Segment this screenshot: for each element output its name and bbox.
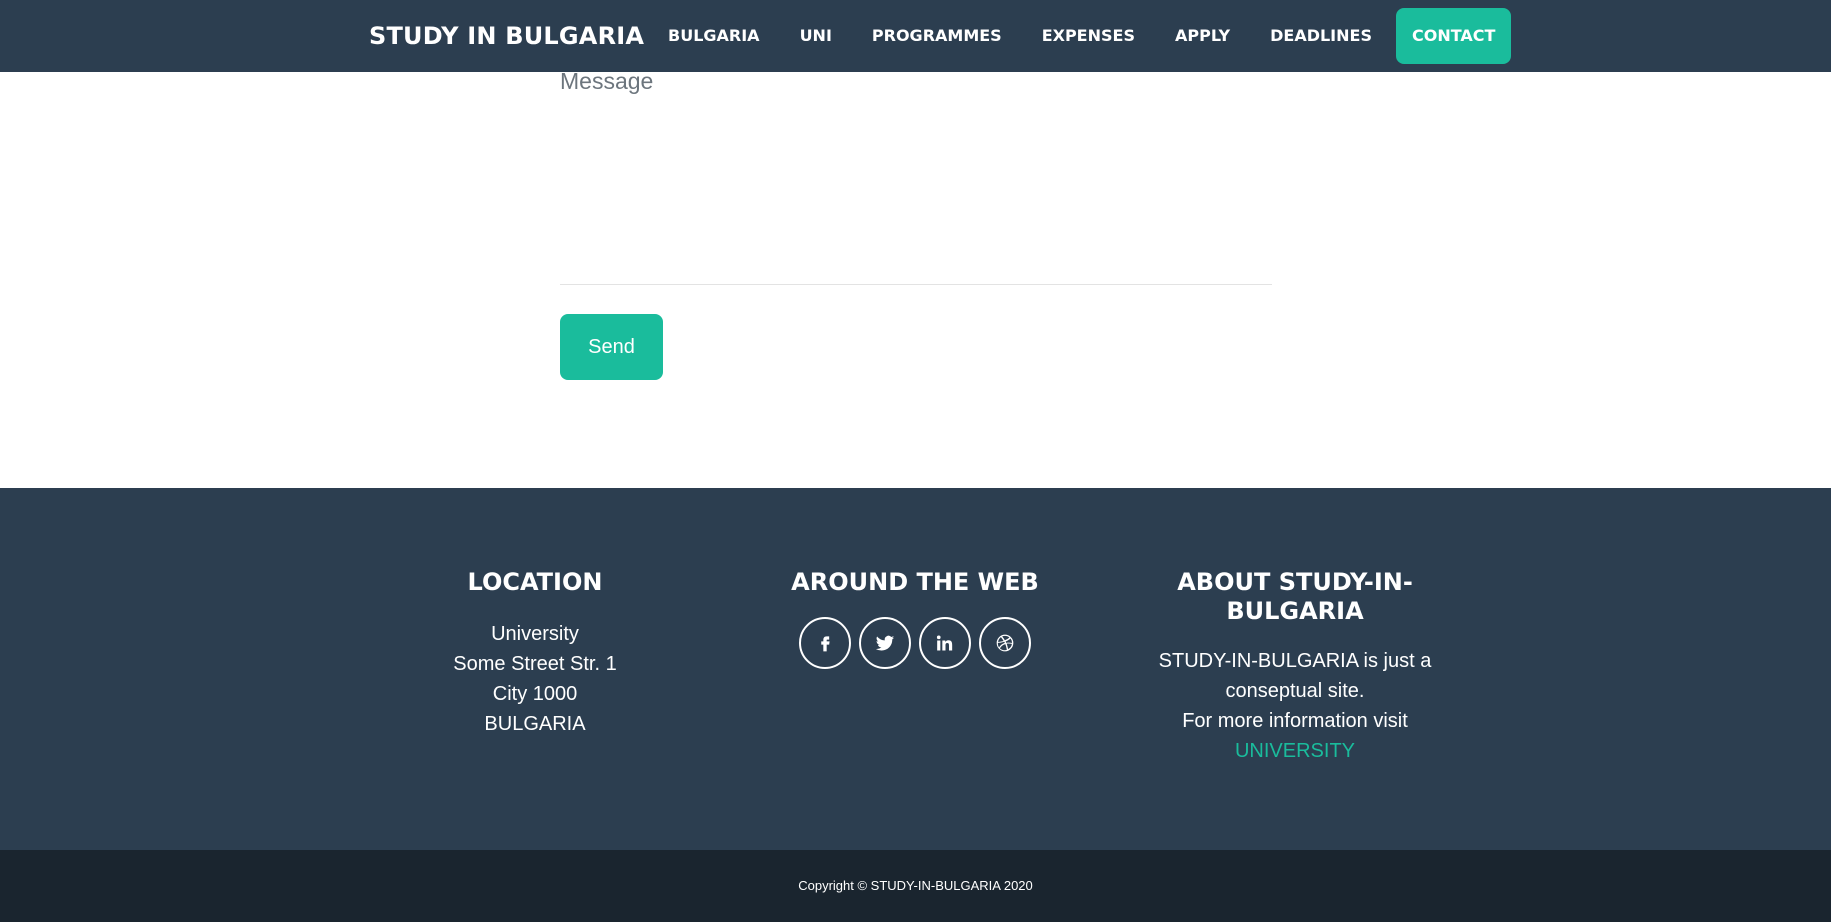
nav-link-expenses[interactable]: EXPENSES	[1022, 8, 1155, 64]
nav-link-apply[interactable]: APPLY	[1155, 8, 1250, 64]
footer-around-the-web: AROUND THE WEB	[780, 568, 1050, 669]
nav-link-contact[interactable]: CONTACT	[1395, 8, 1512, 64]
copyright-bar: Copyright © STUDY-IN-BULGARIA 2020	[0, 850, 1831, 922]
linkedin-button[interactable]	[919, 617, 971, 669]
facebook-icon	[821, 636, 830, 652]
location-line: BULGARIA	[484, 713, 586, 735]
location-line: City 1000	[492, 683, 578, 705]
brand-link[interactable]: STUDY IN BULGARIA	[369, 0, 644, 72]
nav-links: BULGARIA UNI PROGRAMMES EXPENSES APPLY D…	[648, 0, 1512, 72]
around-the-web-title: AROUND THE WEB	[791, 568, 1039, 596]
nav-link-bulgaria[interactable]: BULGARIA	[648, 8, 780, 64]
nav-link-deadlines[interactable]: DEADLINES	[1250, 8, 1392, 64]
about-text: STUDY-IN-BULGARIA is just a conseptual s…	[1140, 646, 1450, 766]
about-line: For more information visit	[1182, 710, 1408, 732]
nav-link-uni[interactable]: UNI	[780, 8, 852, 64]
facebook-button[interactable]	[799, 617, 851, 669]
location-title: LOCATION	[467, 568, 603, 596]
location-line: University	[491, 623, 579, 645]
nav-link-programmes[interactable]: PROGRAMMES	[852, 8, 1022, 64]
contact-form: Send	[560, 64, 1272, 380]
send-button[interactable]: Send	[560, 314, 663, 380]
twitter-icon	[875, 635, 895, 651]
footer: LOCATION University Some Street Str. 1 C…	[0, 488, 1831, 850]
navbar: STUDY IN BULGARIA BULGARIA UNI PROGRAMME…	[0, 0, 1831, 72]
footer-about: ABOUT STUDY-IN-BULGARIA STUDY-IN-BULGARI…	[1140, 568, 1450, 766]
dribbble-button[interactable]	[979, 617, 1031, 669]
linkedin-icon	[936, 635, 953, 651]
about-title: ABOUT STUDY-IN-BULGARIA	[1177, 568, 1413, 625]
university-link[interactable]: UNIVERSITY	[1235, 740, 1355, 762]
dribbble-icon	[996, 634, 1014, 652]
twitter-button[interactable]	[859, 617, 911, 669]
message-field[interactable]	[560, 64, 1272, 285]
location-line: Some Street Str. 1	[453, 653, 617, 675]
about-line: STUDY-IN-BULGARIA is just a conseptual s…	[1158, 650, 1432, 702]
footer-location: LOCATION University Some Street Str. 1 C…	[420, 568, 650, 739]
social-links	[780, 617, 1050, 669]
copyright-text: Copyright © STUDY-IN-BULGARIA 2020	[798, 878, 1033, 893]
